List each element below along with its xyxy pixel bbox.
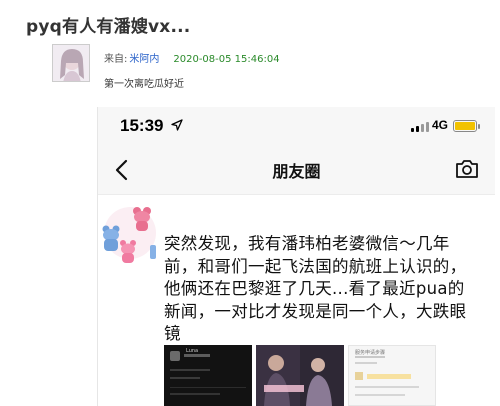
post-title: pyq有人有潘嫂vx... bbox=[26, 17, 191, 37]
status-bar: 15:39 4G bbox=[98, 107, 495, 145]
post-date: 2020-08-05 15:46:04 bbox=[173, 54, 280, 65]
photo-thumbnail[interactable]: Luna bbox=[164, 345, 252, 406]
avatar-image bbox=[53, 45, 89, 81]
photo-caption: Luna bbox=[186, 348, 199, 354]
moment-avatar[interactable] bbox=[100, 203, 156, 265]
photo-grid: Luna 服务申请步骤 bbox=[164, 345, 454, 406]
portrait-photo-image bbox=[256, 345, 344, 406]
bear-sticker-blue bbox=[150, 245, 156, 259]
avatar[interactable] bbox=[52, 44, 90, 82]
camera-icon[interactable] bbox=[455, 159, 479, 179]
post-body: 第一次离吃瓜好近 bbox=[104, 79, 184, 90]
bear-sticker-blue bbox=[102, 225, 120, 251]
nav-title: 朋友圈 bbox=[272, 162, 321, 181]
post-meta: 来自: 米阿内 2020-08-05 15:46:04 bbox=[104, 50, 280, 65]
moment-text: 突然发现，我有潘玮柏老婆微信～几年前，和哥们一起飞法国的航班上认识的，他俩还在巴… bbox=[164, 234, 467, 343]
photo-caption: 服务申请步骤 bbox=[355, 350, 386, 356]
photo-thumbnail[interactable]: 服务申请步骤 bbox=[348, 345, 436, 406]
embedded-screenshot: 15:39 4G 朋友圈 突然发现，我有潘玮柏老婆微信～几年前，和哥们一起飞法国… bbox=[97, 107, 495, 406]
signal-icon bbox=[411, 122, 429, 132]
network-label: 4G bbox=[432, 118, 449, 132]
chat-screenshot-image bbox=[170, 351, 246, 395]
status-time: 15:39 bbox=[120, 116, 164, 135]
from-label: 来自: bbox=[104, 54, 128, 65]
nav-bar: 朋友圈 bbox=[98, 145, 495, 195]
photo-thumbnail[interactable] bbox=[256, 345, 344, 406]
location-arrow-icon bbox=[171, 119, 183, 131]
battery-icon bbox=[453, 120, 480, 132]
author-link[interactable]: 米阿内 bbox=[129, 54, 159, 65]
